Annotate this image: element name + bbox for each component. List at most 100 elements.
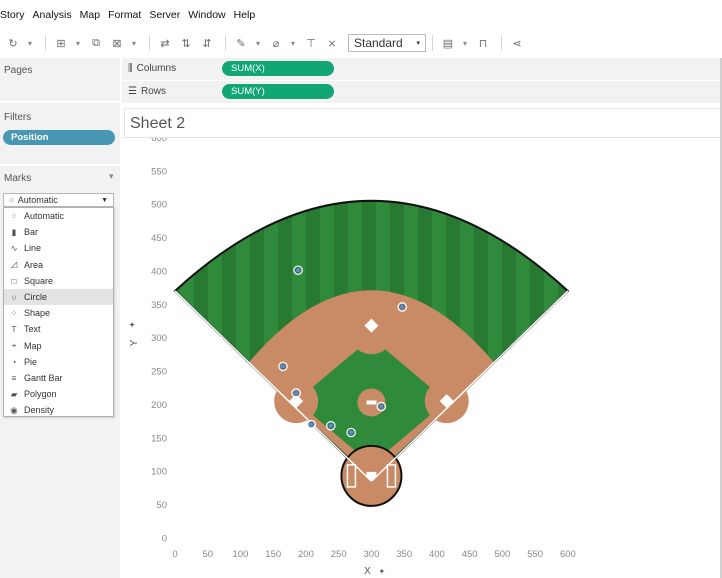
mark-option-label: Shape: [24, 308, 51, 319]
x-axis-title: X: [364, 566, 371, 577]
columns-label-text: Columns: [136, 63, 177, 74]
mark-option-label: Pie: [24, 356, 38, 367]
rows-label-text: Rows: [140, 86, 166, 97]
view-size-value: Standard: [354, 36, 403, 50]
pages-card: Pages: [0, 58, 120, 100]
toolbar-divider: [149, 35, 150, 51]
chevron-down-icon[interactable]: ▾: [73, 34, 83, 52]
rows-shelf: ☰ Rows SUM(Y): [122, 81, 722, 103]
menu-map[interactable]: Map: [80, 9, 100, 21]
toolbar: ↻ ▾ ⊞ ▾ ⧉ ⊠ ▾ ⇄ ⇅ ⇵ ✎ ▾ ⌀ ▾ ⊤ ⨯ Standard…: [0, 30, 722, 56]
y-axis-title: Y: [129, 339, 140, 346]
columns-label: ⫼ Columns: [128, 63, 176, 74]
menu-server[interactable]: Server: [149, 9, 180, 21]
sort-ascending-icon[interactable]: ⇅: [177, 34, 195, 52]
menu-analysis[interactable]: Analysis: [33, 9, 72, 21]
menu-story[interactable]: Story: [0, 9, 25, 21]
pie-icon: ◔: [11, 356, 17, 367]
x-axis-pin-icon: ✦: [378, 567, 385, 576]
mark-option-polygon[interactable]: ▰ Polygon: [4, 386, 113, 402]
square-icon: □: [11, 275, 17, 286]
share-icon[interactable]: ⋖: [508, 34, 526, 52]
menu-format[interactable]: Format: [108, 9, 141, 21]
y-tick-label: 50: [156, 500, 167, 511]
toolbar-divider: [45, 35, 46, 51]
mark-option-bar[interactable]: ▮ Bar: [4, 224, 113, 240]
player-point-center: [378, 403, 385, 410]
map-icon: ⌖: [11, 340, 17, 351]
density-icon: ◉: [10, 404, 18, 415]
mark-option-text[interactable]: T Text: [4, 321, 113, 337]
y-tick-label: 600: [151, 138, 167, 144]
highlight-icon[interactable]: ✎: [232, 34, 250, 52]
y-tick-label: 500: [151, 200, 167, 211]
mark-option-automatic[interactable]: ⁘ Automatic: [4, 208, 113, 224]
mark-option-label: Line: [24, 243, 42, 254]
x-tick-label: 450: [462, 549, 478, 560]
labels-icon[interactable]: ⊤: [302, 34, 320, 52]
mark-option-line[interactable]: ∿ Line: [4, 240, 113, 256]
player-point-center: [295, 267, 302, 274]
rows-label: ☰ Rows: [128, 86, 166, 97]
player-point-center: [327, 422, 334, 429]
y-tick-label: 0: [162, 534, 167, 545]
chevron-down-icon[interactable]: ▾: [25, 34, 35, 52]
chevron-down-icon[interactable]: ▾: [288, 34, 298, 52]
new-data-source-icon[interactable]: ⊞: [52, 34, 70, 52]
sort-descending-icon[interactable]: ⇵: [198, 34, 216, 52]
y-tick-label: 100: [151, 467, 167, 478]
show-cards-icon[interactable]: ▤: [439, 34, 457, 52]
chevron-down-icon[interactable]: ▾: [460, 34, 470, 52]
mark-option-label: Area: [24, 259, 44, 270]
text-icon: T: [11, 324, 17, 335]
chevron-down-icon: ▼: [101, 196, 108, 204]
mark-option-shape[interactable]: ⁘ Shape: [4, 305, 113, 321]
y-tick-label: 150: [151, 433, 167, 444]
filter-pill-position[interactable]: Position: [3, 130, 115, 145]
mark-option-label: Text: [24, 324, 41, 335]
menu-window[interactable]: Window: [188, 9, 225, 21]
mark-option-square[interactable]: □ Square: [4, 273, 113, 289]
shape-icon: ⁘: [10, 307, 18, 318]
filters-title: Filters: [4, 112, 32, 123]
mark-option-map[interactable]: ⌖ Map: [4, 338, 113, 354]
mark-option-circle[interactable]: ○ Circle: [4, 288, 113, 306]
x-tick-label: 200: [298, 549, 314, 560]
group-icon[interactable]: ⌀: [267, 34, 285, 52]
x-tick-label: 400: [429, 549, 445, 560]
columns-pill[interactable]: SUM(X): [222, 61, 334, 76]
mark-option-density[interactable]: ◉ Density: [4, 402, 113, 418]
x-tick-label: 500: [494, 549, 510, 560]
mark-option-label: Map: [24, 340, 42, 351]
player-point-center: [308, 421, 315, 428]
marks-collapse-icon[interactable]: ▾: [109, 171, 114, 182]
y-tick-label: 300: [151, 333, 167, 344]
mark-option-pie[interactable]: ◔ Pie: [4, 354, 113, 370]
panel-divider: [0, 101, 120, 103]
fix-axes-icon[interactable]: ⨯: [323, 34, 341, 52]
y-tick-label: 450: [151, 233, 167, 244]
menu-help[interactable]: Help: [234, 9, 256, 21]
mark-option-gantt-bar[interactable]: ≡ Gantt Bar: [4, 370, 113, 386]
rows-icon: ☰: [128, 86, 137, 97]
mark-option-label: Bar: [24, 227, 39, 238]
player-point-center: [293, 390, 300, 397]
clear-sheet-icon[interactable]: ⊠: [108, 34, 126, 52]
x-tick-label: 350: [396, 549, 412, 560]
player-point-center: [399, 304, 406, 310]
presentation-icon[interactable]: ⊓: [474, 34, 492, 52]
field-background: [173, 199, 570, 507]
pages-title: Pages: [4, 65, 33, 76]
mark-type-value: Automatic: [17, 195, 58, 205]
mark-option-area[interactable]: ◿ Area: [4, 257, 113, 273]
automatic-icon: ⁘: [8, 195, 15, 205]
duplicate-sheet-icon[interactable]: ⧉: [87, 34, 105, 52]
view-size-select[interactable]: Standard ▾: [348, 34, 426, 52]
x-tick-label: 250: [331, 549, 347, 560]
swap-icon[interactable]: ⇄: [156, 34, 174, 52]
chevron-down-icon[interactable]: ▾: [253, 34, 263, 52]
mark-type-select[interactable]: ⁘ Automatic ▼: [3, 193, 114, 207]
rows-pill[interactable]: SUM(Y): [222, 84, 334, 99]
redo-icon[interactable]: ↻: [4, 34, 22, 52]
chevron-down-icon[interactable]: ▾: [129, 34, 139, 52]
